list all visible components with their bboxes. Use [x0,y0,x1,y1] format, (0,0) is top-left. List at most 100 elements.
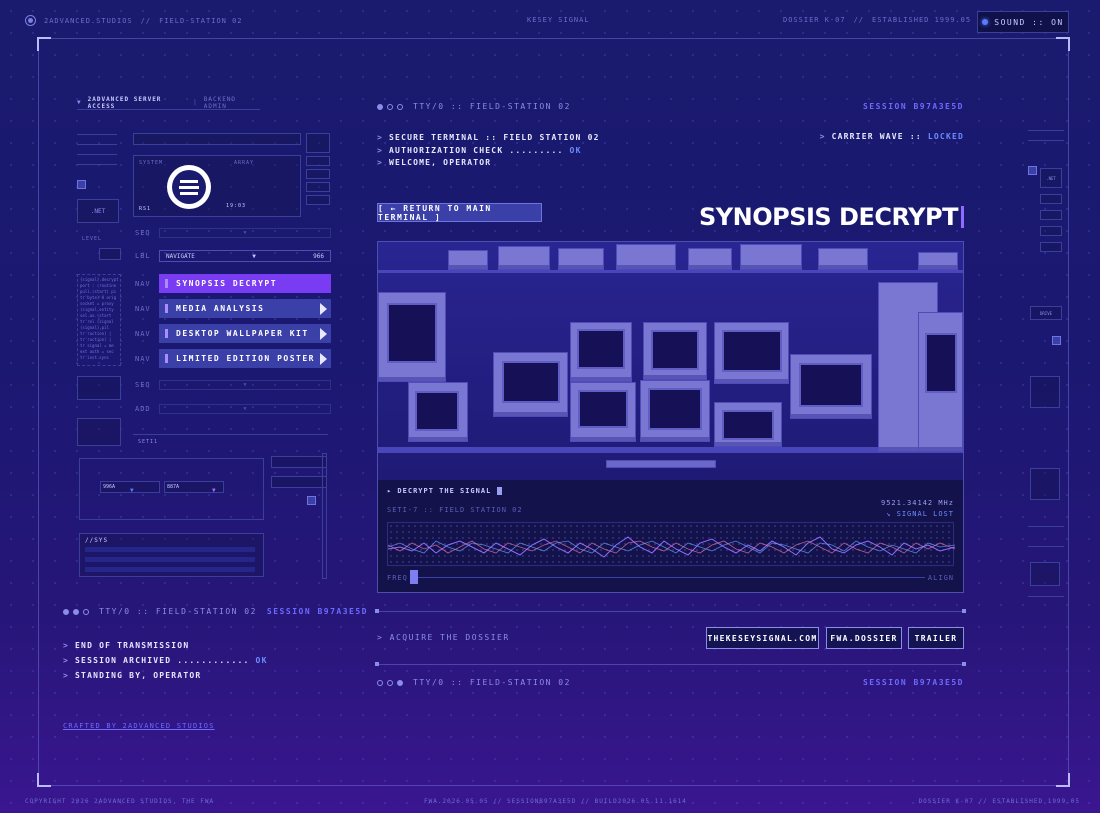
session-id: SESSION B97A3E5D [266,607,368,616]
window-dots-icon [63,608,89,615]
main-terminal-log: > SECURE TERMINAL :: FIELD STATION 02 > AU… [377,132,600,170]
seti-label: SETI1 [138,439,159,445]
chevron-down-icon: ▼ [252,252,256,260]
divider-pipe: | [193,99,198,106]
nav-row-wallpaper: NAV DESKTOP WALLPAPER KIT [135,324,331,343]
station-name: FIELD-STATION 02 [159,16,243,25]
hud-rule [133,434,328,435]
ghost-row-1: SEQ ▼ [135,228,331,238]
log-line: > STANDING BY, OPERATOR [63,671,202,680]
link-trailer-button[interactable]: TRAILER [908,627,964,649]
lbl-tag: LBL [135,252,151,260]
nav-label: MEDIA ANALYSIS [176,304,265,313]
net-chip: .NET [1040,168,1062,188]
nav-tag: NAV [135,279,151,288]
footer-copyright: COPYRIGHT 2026 2ADVANCED STUDIOS, THE FW… [25,798,215,805]
sys-panel: //SYS [79,533,264,577]
net-box: .NET [77,199,119,223]
server-access-header[interactable]: ▼ 2ADVANCED SERVER ACCESS | BACKEND ADMI… [77,96,260,110]
nav-row-media: NAV MEDIA ANALYSIS [135,299,331,318]
sound-toggle-button[interactable]: SOUND :: ON [977,11,1069,33]
section-divider [375,609,966,613]
bottom-left-terminal-header: TTY/0 :: FIELD-STATION 02 SESSION B97A3E… [63,607,368,616]
main-terminal-footer: TTY/0 :: FIELD-STATION 02 SESSION B97A3E… [377,678,964,687]
studio-name: 2ADVANCED.STUDIOS [44,16,133,25]
nav-marker-icon [165,304,168,313]
rs-label: RS1 [139,206,152,212]
nav-tag: NAV [135,329,151,338]
seti-sublabel: SETI-7 :: FIELD STATION 02 [387,506,523,514]
frame-corner [1056,37,1070,51]
right-rail: .NET DRIVE [1028,126,1068,626]
top-separator: // [140,16,152,25]
nav-limited-edition-poster[interactable]: LIMITED EDITION POSTER [159,349,331,368]
nav-desktop-wallpaper-kit[interactable]: DESKTOP WALLPAPER KIT [159,324,331,343]
nav-synopsis-decrypt[interactable]: SYNOPSIS DECRYPT [159,274,331,293]
nav-tag: NAV [135,354,151,363]
system-time: 19:03 [226,203,247,209]
code-stream: {signal}.decrypt port : (routine pull.(sta… [77,274,121,366]
crafted-by-link[interactable]: CRAFTED BY 2ADVANCED STUDIOS [63,722,215,730]
top-center-label: KESEY SIGNAL [527,16,590,24]
nav-marker-icon [165,329,168,338]
drive-chip: DRIVE [1030,306,1062,320]
server-emblem-icon [167,165,211,209]
tty-label: TTY/0 :: FIELD-STATION 02 [413,102,571,111]
ghost-row-3: ADD ▼ [135,404,331,414]
session-id: SESSION B97A3E5D [862,678,964,687]
tty-label: TTY/0 :: FIELD-STATION 02 [413,678,571,687]
carrier-wave-status: > CARRIER WAVE :: LOCKED [819,132,964,141]
bar-meter [133,133,301,145]
page-title: SYNOPSIS DECRYPT [699,203,964,231]
navigate-row[interactable]: LBL NAVIGATE ▼ 966 [135,250,331,262]
nav-marker-icon [165,279,168,288]
nav-row-synopsis: NAV SYNOPSIS DECRYPT [135,274,331,293]
nav-media-analysis[interactable]: MEDIA ANALYSIS [159,299,331,318]
align-label: ALIGN [927,574,954,582]
value-a: 996A [103,484,116,490]
frame-corner [37,773,51,787]
log-line: > SECURE TERMINAL :: FIELD STATION 02 [377,133,600,142]
link-kesey-signal-button[interactable]: THEKESEYSIGNAL.COM [706,627,819,649]
acquire-dossier-label: > ACQUIRE THE DOSSIER [377,633,510,642]
log-line: > SESSION ARCHIVED ............ OK [63,656,268,665]
section-divider [375,662,966,666]
play-arrow-icon [320,353,327,365]
ghost-row-2: SEQ ▼ [135,380,331,390]
log-line: > WELCOME, OPERATOR [377,158,492,167]
dossier-id: DOSSIER K-07 [783,16,846,24]
scrollbar[interactable] [322,453,327,579]
established-label: ESTABLISHED 1999.05 [872,16,972,24]
schematic-panel: 996A 887A ▼ ▼ [79,458,264,520]
server-access-label: 2ADVANCED SERVER ACCESS [87,95,162,110]
freq-slider-track[interactable] [410,577,925,578]
frame-corner [1056,773,1070,787]
waveform-display [387,522,956,566]
system-label: SYSTEM [139,160,164,166]
return-to-terminal-button[interactable]: [ ← RETURN TO MAIN TERMINAL ] [377,203,542,222]
session-id: SESSION B97A3E5D [862,102,964,111]
system-panel: SYSTEM ARRAY RS1 19:03 [133,155,301,217]
log-line: > END OF TRANSMISSION [63,641,190,650]
triangle-down-icon: ▼ [77,99,82,106]
text-cursor-icon [961,206,964,228]
nav-label: LIMITED EDITION POSTER [176,354,315,363]
main-terminal-header: TTY/0 :: FIELD-STATION 02 SESSION B97A3E… [377,102,964,111]
link-fwa-dossier-button[interactable]: FWA.DOSSIER [826,627,902,649]
frequency-readout: 9521.34142 MHz [880,499,954,507]
play-arrow-icon [320,303,327,315]
navigate-select[interactable]: NAVIGATE ▼ 966 [159,250,331,262]
top-brand: 2ADVANCED.STUDIOS // FIELD-STATION 02 [25,15,243,26]
decrypt-signal-label: ▸ DECRYPT THE SIGNAL [387,487,502,495]
value-b: 887A [167,484,180,490]
caret-down-icon: ▼ [130,487,134,494]
footer-dossier: DOSSIER K-07 // ESTABLISHED 1999.05 [918,798,1080,805]
freq-slider-handle[interactable] [410,570,418,584]
nav-tag: NAV [135,304,151,313]
status-box-90 [77,376,121,400]
caret-down-icon: ▼ [212,487,216,494]
nav-label: SYNOPSIS DECRYPT [176,279,278,288]
nav-marker-icon [165,354,168,363]
signal-lost-status: ↘ SIGNAL LOST [886,510,954,518]
toggle-square[interactable] [77,180,86,189]
